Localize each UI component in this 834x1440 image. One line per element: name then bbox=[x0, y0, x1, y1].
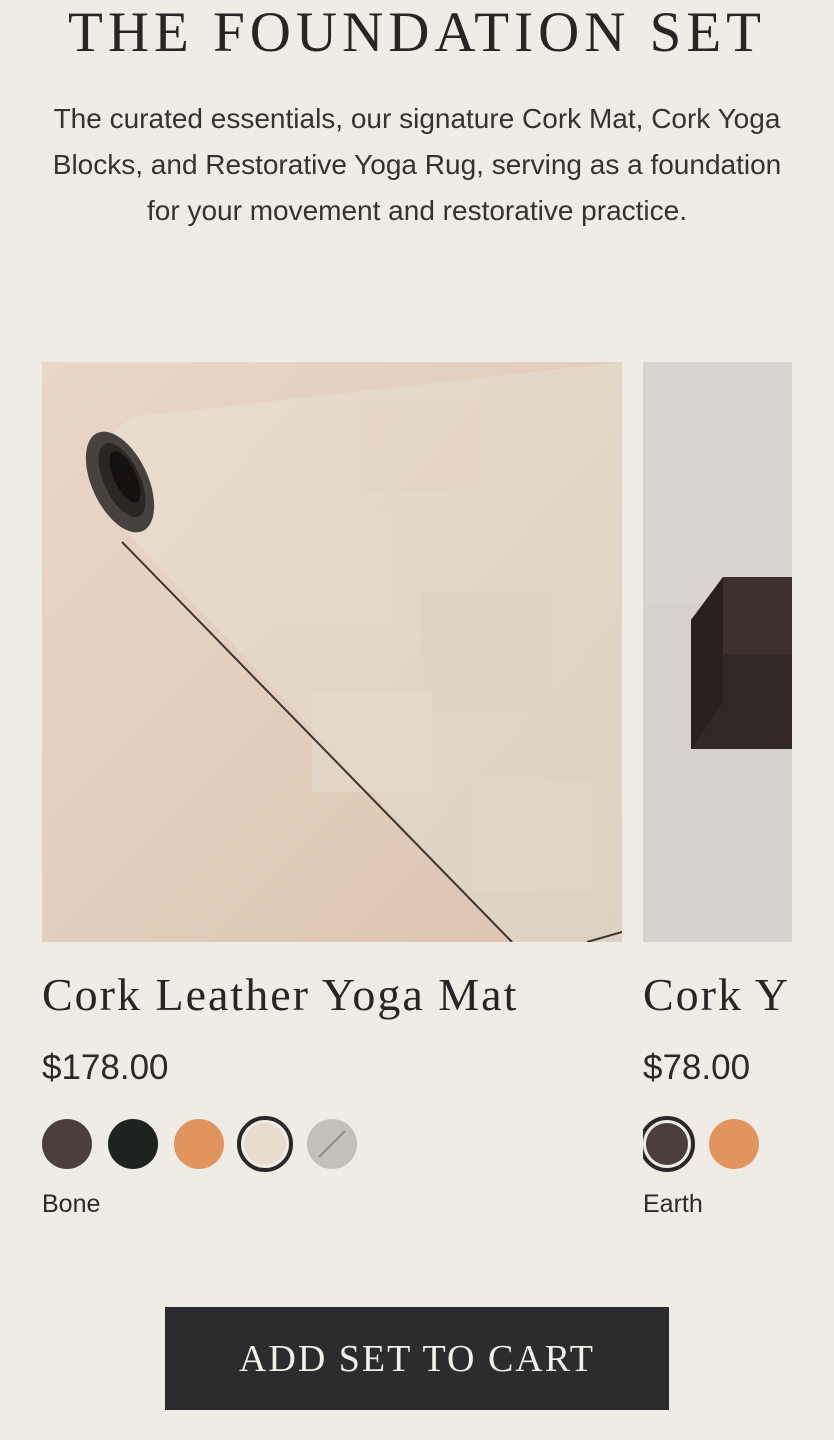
product-card-yoga-mat[interactable]: Cork Leather Yoga Mat $178.00 Bone bbox=[42, 362, 622, 1218]
yoga-block-image[interactable] bbox=[643, 362, 792, 942]
swatch-natural-cork[interactable] bbox=[709, 1119, 759, 1169]
product-card-yoga-block[interactable]: Cork Y $78.00 Earth bbox=[643, 362, 792, 1242]
product-price: $178.00 bbox=[42, 1048, 169, 1087]
section-description: The curated essentials, our signature Co… bbox=[52, 103, 782, 226]
swatch-grey[interactable] bbox=[307, 1119, 357, 1169]
product-name[interactable]: Cork Leather Yoga Mat bbox=[42, 970, 518, 1020]
swatch-black[interactable] bbox=[108, 1119, 158, 1169]
swatch-grey-stripe bbox=[318, 1130, 346, 1158]
product-price: $78.00 bbox=[643, 1048, 751, 1087]
section-title: THE FOUNDATION SET bbox=[68, 1, 766, 64]
color-swatches bbox=[42, 1116, 622, 1172]
swatch-earth[interactable] bbox=[643, 1116, 695, 1172]
yoga-mat-image[interactable] bbox=[42, 362, 622, 942]
selected-color-label: Earth bbox=[643, 1190, 703, 1218]
product-name[interactable]: Cork Y bbox=[643, 970, 790, 1020]
swatch-bone[interactable] bbox=[237, 1116, 293, 1172]
selected-color-label: Bone bbox=[42, 1190, 101, 1218]
color-swatches bbox=[643, 1116, 792, 1172]
product-carousel[interactable]: Cork Leather Yoga Mat $178.00 Bone Cork … bbox=[0, 362, 834, 1242]
swatch-natural-cork[interactable] bbox=[174, 1119, 224, 1169]
swatch-dark-brown[interactable] bbox=[42, 1119, 92, 1169]
add-set-to-cart-button[interactable]: ADD SET TO CART bbox=[165, 1307, 669, 1410]
